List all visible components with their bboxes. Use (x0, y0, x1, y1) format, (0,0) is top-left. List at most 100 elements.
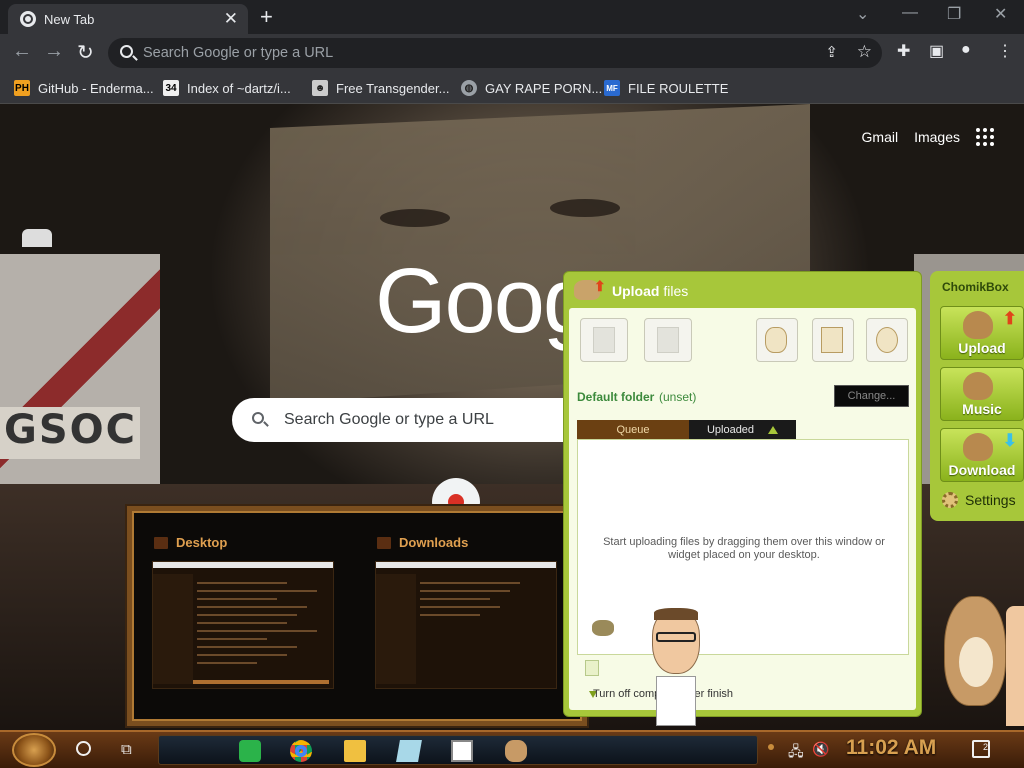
tab-title: New Tab (44, 12, 95, 27)
address-bar[interactable]: Search Google or type a URL ⇪ ☆ (108, 38, 882, 68)
bookmark-item[interactable]: 34 Index of ~dartz/i... (163, 78, 291, 98)
cortana-icon[interactable] (76, 741, 91, 756)
bookmark-item[interactable]: ◍ GAY RAPE PORN... (461, 78, 602, 98)
bookmark-item[interactable]: PH GitHub - Enderma... (14, 78, 154, 98)
background-sign-text: GSOC (0, 407, 140, 459)
volume-muted-icon[interactable]: 🔇 (812, 741, 829, 758)
browser-toolbar: ← → ↻ Search Google or type a URL ⇪ ☆ ✚ … (0, 34, 1024, 72)
tab-strip: New Tab ✕ + ⌄ — ❐ ✕ (0, 0, 1024, 34)
back-button[interactable]: ← (12, 40, 32, 63)
downloads-window-preview[interactable] (375, 561, 557, 689)
bookmark-label: GitHub - Enderma... (38, 80, 154, 96)
mask-icon: ☻ (312, 80, 328, 96)
clipboard-icon (821, 327, 843, 353)
chomikbox-widget: ChomikBox ⬆ Upload Music ⬇ Download Sett… (930, 271, 1024, 521)
new-tab-button[interactable]: + (260, 4, 273, 30)
file-explorer-icon[interactable] (344, 740, 366, 762)
index-icon: 34 (163, 80, 179, 96)
upload-button[interactable]: ⬆ Upload (940, 306, 1024, 360)
google-logo: Goog (375, 250, 594, 352)
chrome-icon[interactable] (290, 740, 312, 762)
clipboard-button[interactable] (812, 318, 854, 362)
share-icon[interactable]: ⇪ (825, 43, 838, 61)
restore-button[interactable]: ❐ (947, 4, 961, 24)
ntp-top-links: Gmail Images (862, 128, 994, 146)
thumbnail-title[interactable]: Desktop (154, 535, 227, 550)
globe-icon: ◍ (461, 80, 477, 96)
taskbar: ⧉ 🖧 🔇 11:02 AM 2 (0, 730, 1024, 768)
ntp-search-placeholder: Search Google or type a URL (284, 411, 494, 428)
upload-arrow-icon: ⬆ (594, 278, 606, 294)
taskbar-thumbnail-preview: Desktop Downloads (127, 506, 587, 726)
default-folder-value: (unset) (659, 390, 697, 404)
reload-button[interactable]: ↻ (77, 40, 94, 65)
download-button-label: Download (948, 462, 1016, 478)
close-window-button[interactable]: ✕ (994, 4, 1007, 24)
add-file-button[interactable] (580, 318, 628, 362)
network-icon[interactable]: 🖧 (788, 741, 804, 765)
upload-files-window: ⬆ Upload files Default folder (unset) Ch… (563, 271, 922, 717)
chomikbox-settings[interactable]: Settings (942, 492, 1016, 508)
hamster-app-icon[interactable] (505, 740, 527, 762)
tab-search-icon[interactable]: ⌄ (856, 4, 869, 24)
background-detail (380, 209, 450, 227)
minimize-button[interactable]: — (902, 4, 918, 22)
search-icon (120, 45, 133, 58)
download-button[interactable]: ⬇ Download (940, 428, 1024, 482)
tab-queue[interactable]: Queue (577, 420, 689, 440)
add-folder-icon (657, 327, 679, 353)
queue-scroll-handle[interactable] (585, 660, 599, 676)
hangouts-icon[interactable] (239, 740, 261, 762)
triangle-up-icon (768, 426, 779, 435)
bookmark-label: Index of ~dartz/i... (187, 80, 291, 96)
tab-new-tab[interactable]: New Tab ✕ (8, 4, 248, 34)
add-folder-button[interactable] (644, 318, 692, 362)
upload-queue-list[interactable]: Start uploading files by dragging them o… (577, 439, 909, 655)
close-tab-icon[interactable]: ✕ (224, 9, 238, 29)
music-button[interactable]: Music (940, 367, 1024, 421)
download-arrow-icon: ⬇ (1002, 431, 1017, 450)
search-icon (252, 412, 264, 424)
gmail-link[interactable]: Gmail (862, 129, 899, 145)
upload-button-label: Upload (958, 340, 1006, 356)
hamster-mascot (944, 596, 1006, 706)
photos-icon[interactable] (451, 740, 473, 762)
chrome-menu-icon[interactable]: ⋮ (997, 41, 1013, 61)
desktop-window-preview[interactable] (152, 561, 334, 689)
folder-icon (154, 536, 168, 549)
notifications-icon[interactable]: 2 (972, 740, 990, 758)
clock[interactable]: 11:02 AM (846, 736, 936, 760)
default-folder-label: Default folder (577, 390, 655, 404)
bookmark-label: Free Transgender... (336, 80, 450, 96)
chomikbox-brand: ChomikBox (942, 280, 1009, 294)
extensions-icon[interactable]: ✚ (897, 41, 910, 61)
forward-button[interactable]: → (44, 40, 64, 63)
thumbnail-title-text: Downloads (399, 535, 469, 550)
hamster-icon (963, 433, 993, 461)
side-panel-icon[interactable]: ▣ (929, 41, 944, 61)
google-apps-icon[interactable] (976, 128, 994, 146)
tray-divider (768, 744, 774, 750)
upload-window-header[interactable]: ⬆ Upload files (564, 272, 921, 308)
bookmark-item[interactable]: MF FILE ROULETTE (604, 78, 728, 98)
upload-window-body: Default folder (unset) Change... Queue U… (569, 308, 916, 710)
profile-icon[interactable]: ● (961, 41, 971, 59)
tab-uploaded[interactable]: Uploaded (689, 420, 796, 440)
mft-icon: MF (604, 80, 620, 96)
start-button[interactable] (12, 733, 56, 767)
images-link[interactable]: Images (914, 129, 960, 145)
task-view-icon[interactable]: ⧉ (121, 741, 132, 758)
notepad-icon[interactable] (396, 740, 422, 762)
empty-queue-message: Start uploading files by dragging them o… (603, 536, 885, 561)
upload-window-title: Upload files (612, 283, 689, 299)
hamster-button[interactable] (756, 318, 798, 362)
taskbar-apps (158, 735, 758, 765)
bookmark-item[interactable]: ☻ Free Transgender... (312, 78, 449, 98)
change-folder-button[interactable]: Change... (834, 385, 909, 407)
ph-icon: PH (14, 80, 30, 96)
settings-button[interactable] (866, 318, 908, 362)
hamster-icon (765, 327, 787, 353)
tab-uploaded-label: Uploaded (706, 424, 755, 436)
thumbnail-title[interactable]: Downloads (377, 535, 468, 550)
bookmark-star-icon[interactable]: ☆ (857, 42, 872, 62)
